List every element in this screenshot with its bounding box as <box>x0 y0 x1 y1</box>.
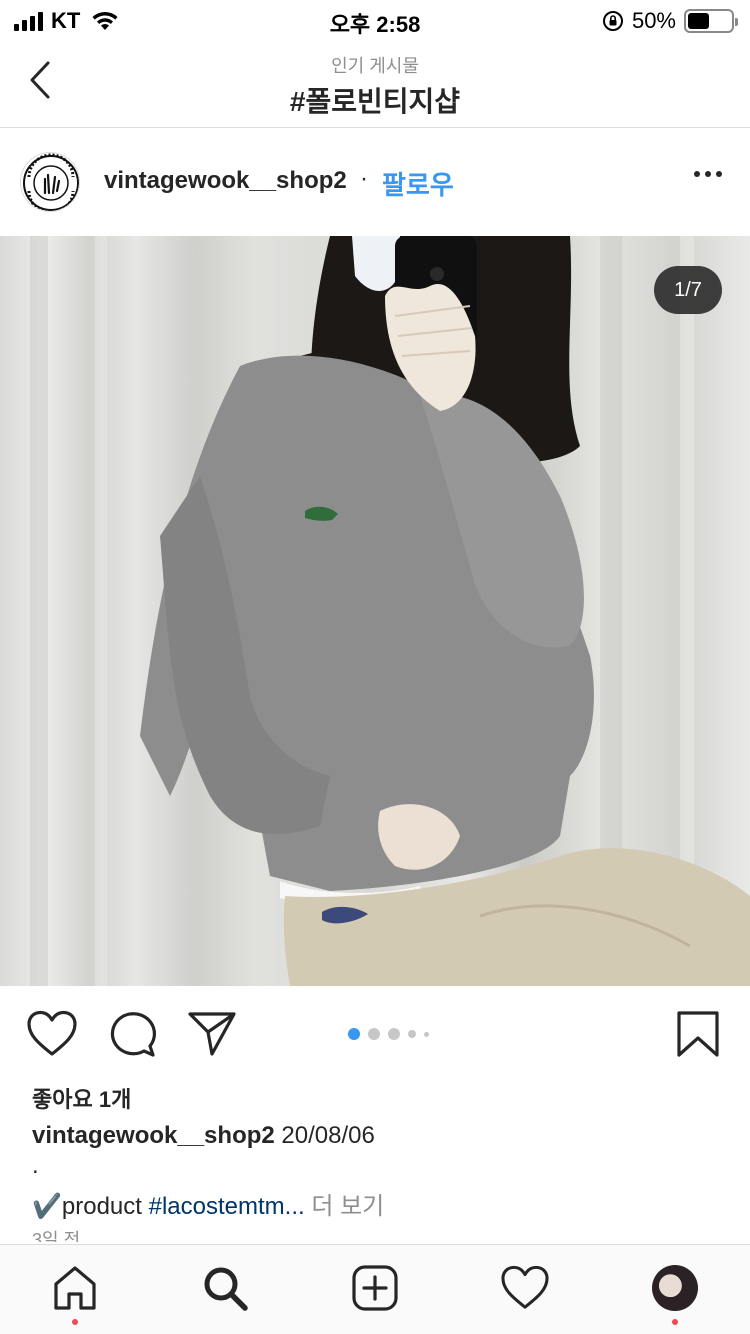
tab-bar <box>0 1244 750 1334</box>
follow-button[interactable]: 팔로우 <box>382 165 454 202</box>
tab-activity[interactable] <box>500 1263 550 1313</box>
bookmark-icon <box>677 1011 719 1057</box>
caption: vintagewook__shop2 20/08/06 <box>32 1122 375 1150</box>
status-right: 50% <box>602 8 738 34</box>
status-bar: KT 오후 2:58 50% <box>0 0 750 40</box>
separator-dot: · <box>360 165 368 192</box>
send-icon <box>188 1012 236 1056</box>
slide-counter: 1/7 <box>654 266 722 314</box>
tab-new-post[interactable] <box>350 1263 400 1313</box>
post-username[interactable]: vintagewook__shop2 <box>104 167 347 195</box>
header-subtitle: 인기 게시물 <box>331 56 419 76</box>
heart-icon <box>27 1010 77 1056</box>
carousel-dot-active <box>348 1028 360 1040</box>
likes-count[interactable]: 좋아요 1개 <box>32 1082 131 1114</box>
caption-text: 20/08/06 <box>274 1122 375 1149</box>
profile-notification-dot <box>672 1319 678 1325</box>
caption-dot-line: . <box>32 1152 39 1179</box>
more-link[interactable]: 더 보기 <box>305 1193 384 1220</box>
heart-icon <box>501 1265 549 1309</box>
home-icon <box>54 1266 96 1310</box>
profile-avatar-icon <box>652 1265 698 1311</box>
save-button[interactable] <box>676 1010 728 1058</box>
shop-logo-icon <box>23 153 79 211</box>
carousel-dot <box>368 1028 380 1040</box>
avatar[interactable] <box>20 152 80 212</box>
tab-search[interactable] <box>200 1263 250 1313</box>
nav-header: 인기 게시물 #폴로빈티지샵 <box>0 40 750 128</box>
battery-icon <box>684 9 738 33</box>
caption-username[interactable]: vintagewook__shop2 <box>32 1122 275 1149</box>
battery-percent: 50% <box>631 8 676 33</box>
carousel-dots <box>348 1028 429 1040</box>
post-image[interactable]: 1/7 <box>0 236 750 986</box>
carousel-dot <box>424 1031 429 1037</box>
orientation-lock-icon <box>602 11 623 31</box>
share-button[interactable] <box>186 1010 238 1058</box>
carousel-dot <box>408 1030 416 1038</box>
ellipsis-icon <box>694 171 700 177</box>
tab-home[interactable] <box>50 1263 100 1313</box>
tab-profile[interactable] <box>650 1263 700 1313</box>
photo-illustration <box>30 236 750 986</box>
post-actions <box>0 986 750 1080</box>
caption-line: ✔️product #lacostemtm... 더 보기 <box>32 1186 384 1221</box>
home-notification-dot <box>72 1319 78 1325</box>
post-header: vintagewook__shop2 · 팔로우 <box>0 129 750 235</box>
like-button[interactable] <box>26 1010 78 1058</box>
comment-button[interactable] <box>106 1010 158 1058</box>
carousel-dot <box>388 1028 400 1040</box>
post-timestamp: 3일 전 <box>32 1230 81 1242</box>
plus-square-icon <box>352 1265 398 1311</box>
comment-icon <box>110 1012 156 1057</box>
caption-product: ✔️product <box>32 1193 149 1220</box>
more-options-button[interactable] <box>694 171 722 177</box>
search-icon <box>204 1267 248 1311</box>
page-title: #폴로빈티지샵 <box>289 86 461 117</box>
hashtag-link[interactable]: #lacostemtm... <box>149 1193 305 1220</box>
battery-fill <box>688 13 709 29</box>
